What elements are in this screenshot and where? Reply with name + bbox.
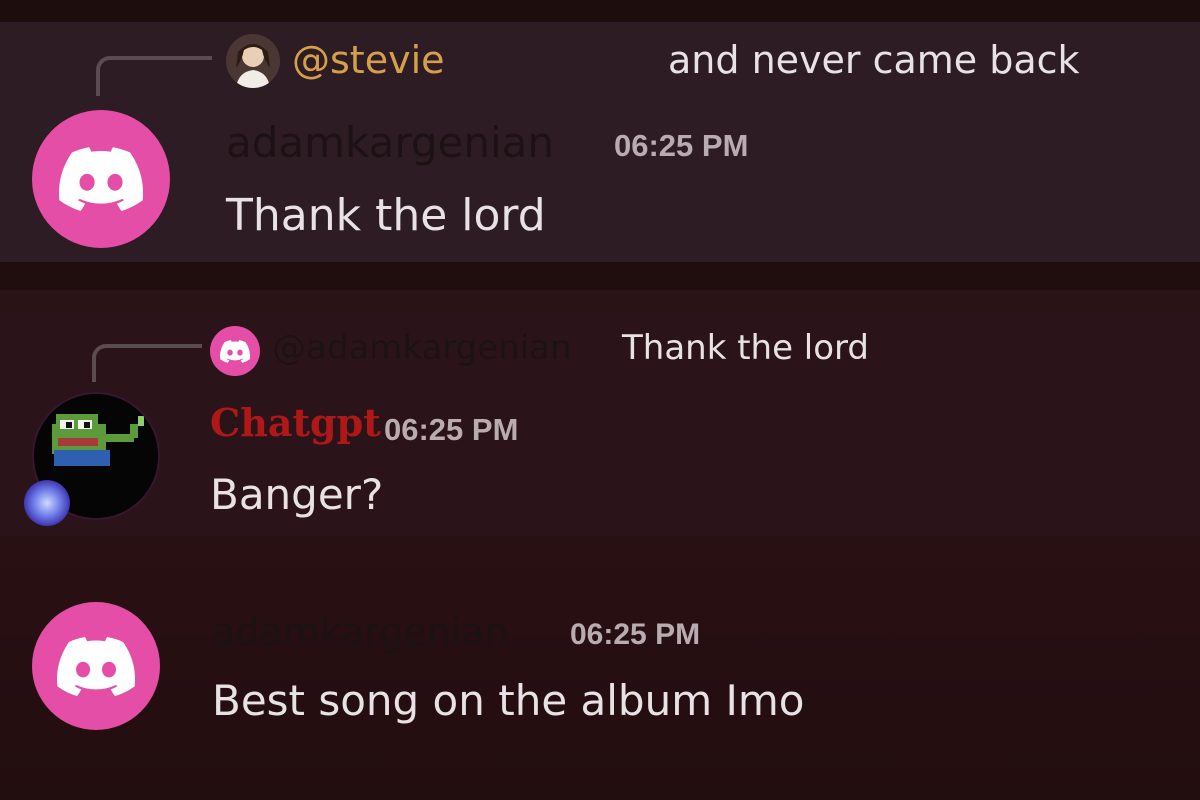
author-avatar[interactable]	[32, 110, 170, 248]
author-avatar[interactable]	[32, 602, 160, 730]
message-timestamp: 06:25 PM	[384, 412, 519, 447]
discord-logo-icon	[59, 147, 143, 211]
stevie-avatar[interactable]	[226, 34, 280, 88]
chat-view: @stevie and never came back adamkargenia…	[0, 0, 1200, 800]
message-body: Best song on the album Imo	[212, 676, 805, 725]
reply-preview-text[interactable]: and never came back	[668, 38, 1080, 82]
message-3[interactable]	[0, 580, 1200, 760]
discord-logo-icon	[220, 339, 250, 363]
discord-logo-icon	[57, 636, 135, 696]
reply-mention[interactable]: @stevie	[292, 38, 445, 82]
reply-mention[interactable]: @adamkargenian	[272, 328, 572, 368]
reply-connector	[92, 344, 202, 382]
reply-preview-text[interactable]: Thank the lord	[622, 328, 869, 368]
message-body: Thank the lord	[226, 190, 546, 241]
message-body: Banger?	[210, 470, 384, 519]
author-name[interactable]: adamkargenian	[226, 118, 554, 167]
chat-top-edge	[0, 0, 1200, 22]
author-name[interactable]: Chatgpt	[210, 400, 381, 445]
reply-author-avatar[interactable]	[210, 326, 260, 376]
divider-band	[0, 290, 1200, 312]
reply-connector	[96, 56, 212, 96]
message-timestamp: 06:25 PM	[570, 618, 701, 651]
author-name[interactable]: adamkargenian	[212, 610, 509, 654]
message-timestamp: 06:25 PM	[614, 128, 749, 163]
avatar-decoration-icon	[24, 480, 70, 526]
